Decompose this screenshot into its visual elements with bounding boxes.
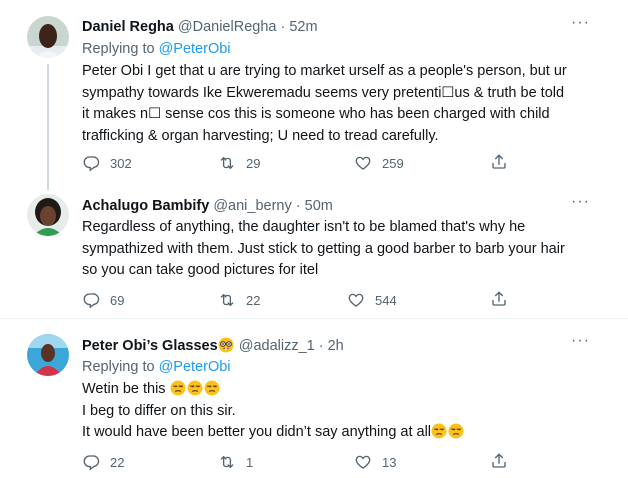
tweet-peter-obis-glasses[interactable]: Peter Obi’s Glasses @adalizz_1 · 2h ··· … bbox=[0, 319, 628, 478]
like-icon bbox=[354, 453, 372, 471]
share-button[interactable] bbox=[490, 153, 508, 176]
replying-to-label: Replying to bbox=[82, 359, 159, 375]
tweet-text: Wetin be this I beg to differ on this si… bbox=[82, 379, 592, 444]
like-count: 13 bbox=[382, 454, 397, 470]
tweet-text-line-content: It would have been better you didn’t say… bbox=[82, 424, 432, 440]
replying-to-label: Replying to bbox=[82, 41, 159, 57]
user-handle[interactable]: @adalizz_1 bbox=[239, 338, 315, 354]
tweet-text: Peter Obi I get that u are trying to mar… bbox=[82, 61, 592, 147]
more-icon[interactable]: ··· bbox=[571, 14, 590, 32]
retweet-count: 29 bbox=[246, 155, 261, 171]
retweet-icon bbox=[218, 154, 236, 172]
avatar-image bbox=[27, 334, 69, 376]
avatar[interactable] bbox=[27, 334, 69, 376]
reply-button[interactable]: 69 bbox=[82, 290, 124, 310]
tweet-actions: 69 22 544 bbox=[82, 290, 522, 310]
avatar-image bbox=[27, 16, 69, 58]
unamused-face-emoji bbox=[431, 423, 447, 439]
tweet-daniel-regha[interactable]: Daniel Regha @DanielRegha · 52m ··· Repl… bbox=[0, 0, 628, 190]
nerd-face-emoji bbox=[218, 337, 234, 353]
share-icon bbox=[490, 153, 508, 171]
tweet-header: Daniel Regha @DanielRegha · 52m bbox=[82, 19, 318, 35]
display-name[interactable]: Daniel Regha bbox=[82, 19, 174, 35]
mention-link[interactable]: @PeterObi bbox=[159, 41, 231, 57]
like-count: 544 bbox=[375, 292, 397, 308]
tweet-text-line: Regardless of anything, the daughter isn… bbox=[82, 219, 526, 235]
unamused-face-emoji bbox=[204, 380, 220, 396]
avatar[interactable] bbox=[27, 194, 69, 236]
unamused-face-emoji bbox=[448, 423, 464, 439]
tweet-text-line: so you can take good pictures for itel bbox=[82, 262, 319, 278]
tweet-header: Peter Obi’s Glasses @adalizz_1 · 2h bbox=[82, 337, 344, 354]
like-count: 259 bbox=[382, 155, 404, 171]
share-button[interactable] bbox=[490, 290, 508, 313]
tweet-text-line: sympathy towards Ike Ekweremadu seems ve… bbox=[82, 84, 565, 101]
retweet-icon bbox=[218, 453, 236, 471]
unamused-face-emoji bbox=[187, 380, 203, 396]
tweet-actions: 302 29 259 bbox=[82, 153, 522, 173]
display-name[interactable]: Achalugo Bambify bbox=[82, 198, 209, 214]
like-icon bbox=[354, 154, 372, 172]
like-icon bbox=[347, 291, 365, 309]
reply-button[interactable]: 22 bbox=[82, 452, 124, 472]
retweet-icon bbox=[218, 291, 236, 309]
tweet-text-line: It would have been better you didn’t say… bbox=[82, 422, 592, 444]
avatar-image bbox=[27, 194, 69, 236]
separator-dot: · bbox=[295, 198, 301, 214]
reply-count: 22 bbox=[110, 454, 125, 470]
tweet-header: Achalugo Bambify @ani_berny · 50m bbox=[82, 198, 333, 214]
tweet-text-line: sympathized with them. Just stick to get… bbox=[82, 240, 565, 257]
unamused-face-emoji bbox=[170, 380, 186, 396]
replying-to: Replying to @PeterObi bbox=[82, 41, 231, 57]
timestamp[interactable]: 2h bbox=[328, 338, 344, 354]
reply-button[interactable]: 302 bbox=[82, 153, 132, 173]
mention-link[interactable]: @PeterObi bbox=[159, 359, 231, 375]
display-name[interactable]: Peter Obi’s Glasses bbox=[82, 338, 218, 354]
tweet-text-line: it makes n☐ sense cos this is someone wh… bbox=[82, 106, 550, 122]
more-icon[interactable]: ··· bbox=[571, 193, 590, 211]
tweet-text-line-content: Wetin be this bbox=[82, 381, 166, 397]
separator-dot: · bbox=[318, 338, 324, 354]
tweet-text-line: I beg to differ on this sir. bbox=[82, 402, 236, 419]
like-button[interactable]: 544 bbox=[347, 290, 397, 310]
like-button[interactable]: 259 bbox=[354, 153, 404, 173]
reply-count: 302 bbox=[110, 155, 132, 171]
more-icon[interactable]: ··· bbox=[571, 332, 590, 350]
reply-icon bbox=[82, 291, 100, 309]
reply-count: 69 bbox=[110, 292, 125, 308]
user-handle[interactable]: @ani_berny bbox=[213, 198, 291, 214]
share-icon bbox=[490, 290, 508, 308]
tweet-text-line: trafficking & organ harvesting; U need t… bbox=[82, 127, 439, 144]
like-button[interactable]: 13 bbox=[354, 452, 396, 472]
retweet-button[interactable]: 22 bbox=[218, 290, 260, 310]
user-handle[interactable]: @DanielRegha bbox=[178, 19, 277, 35]
retweet-count: 22 bbox=[246, 292, 261, 308]
retweet-button[interactable]: 1 bbox=[218, 452, 253, 472]
timestamp[interactable]: 50m bbox=[305, 198, 333, 214]
tweet-text-line: Peter Obi I get that u are trying to mar… bbox=[82, 63, 567, 79]
avatar[interactable] bbox=[27, 16, 69, 58]
reply-icon bbox=[82, 453, 100, 471]
retweet-button[interactable]: 29 bbox=[218, 153, 260, 173]
tweet-achalugo-bambify[interactable]: Achalugo Bambify @ani_berny · 50m ··· Re… bbox=[0, 190, 628, 318]
separator-dot: · bbox=[280, 19, 286, 35]
retweet-count: 1 bbox=[246, 454, 254, 470]
tweet-actions: 22 1 13 bbox=[82, 452, 522, 472]
tweet-text-line: Wetin be this bbox=[82, 379, 592, 401]
tweet-text: Regardless of anything, the daughter isn… bbox=[82, 217, 592, 282]
timestamp[interactable]: 52m bbox=[289, 19, 317, 35]
share-icon bbox=[490, 452, 508, 470]
reply-icon bbox=[82, 154, 100, 172]
share-button[interactable] bbox=[490, 452, 508, 475]
replying-to: Replying to @PeterObi bbox=[82, 359, 231, 375]
